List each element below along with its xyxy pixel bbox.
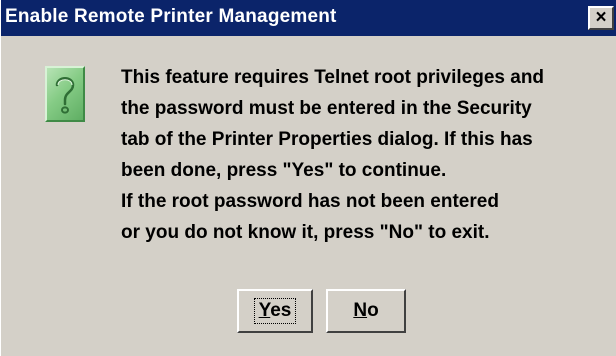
yes-label-rest: es	[270, 300, 292, 321]
message-line: If the root password has not been entere…	[121, 191, 499, 212]
no-button[interactable]: No	[326, 289, 406, 333]
mnemonic-n: N	[353, 300, 368, 321]
close-button[interactable]: ×	[588, 6, 614, 30]
message-text: This feature requires Telnet root privil…	[121, 62, 611, 248]
message-line: or you do not know it, press "No" to exi…	[121, 222, 490, 243]
window-title: Enable Remote Printer Management	[5, 6, 337, 27]
question-icon	[45, 66, 85, 122]
focus-indicator: Yes	[253, 298, 297, 324]
yes-button[interactable]: Yes	[237, 289, 313, 333]
mnemonic-y: Y	[258, 300, 271, 321]
close-icon: ×	[595, 7, 607, 28]
message-line: This feature requires Telnet root privil…	[121, 67, 545, 88]
message-line: been done, press "Yes" to continue.	[121, 160, 447, 181]
dialog-window: Enable Remote Printer Management × This …	[0, 0, 616, 356]
title-bar[interactable]: Enable Remote Printer Management ×	[1, 0, 616, 36]
no-label-rest: o	[367, 300, 379, 321]
message-line: the password must be entered in the Secu…	[121, 98, 532, 119]
message-line: tab of the Printer Properties dialog. If…	[121, 129, 533, 150]
